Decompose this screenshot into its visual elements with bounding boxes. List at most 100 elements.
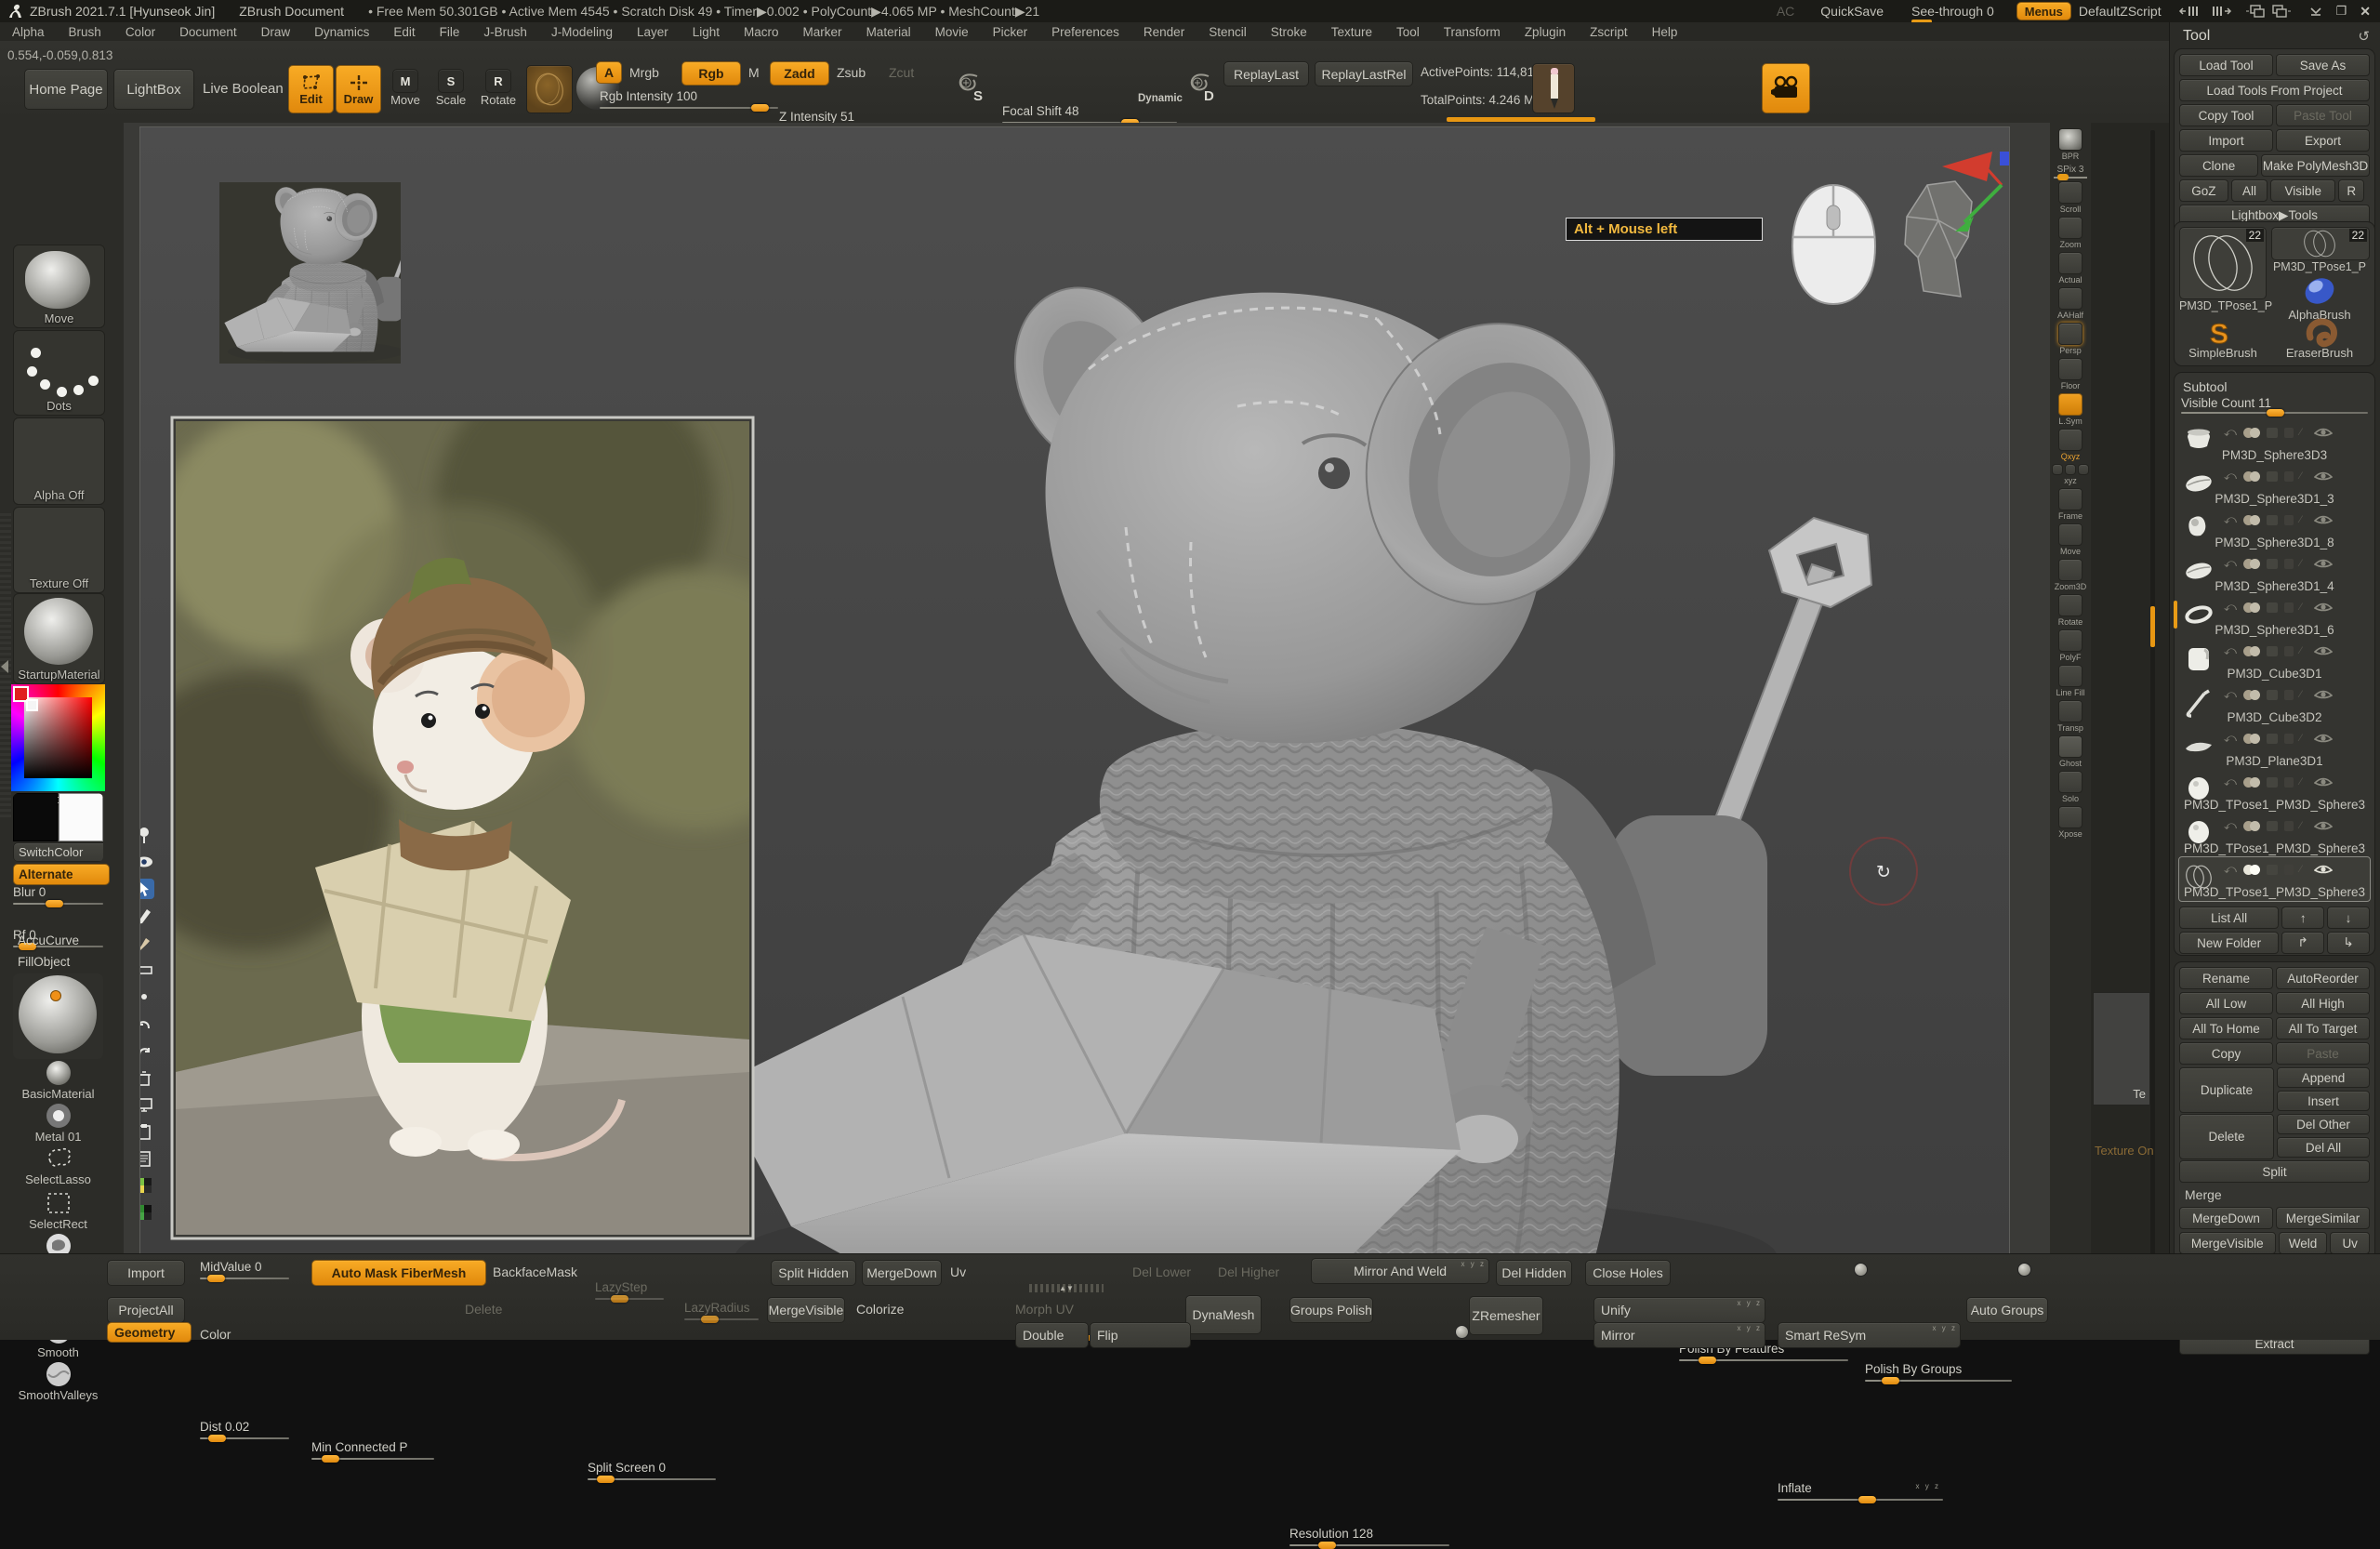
recent-tool-thumbnail[interactable]: 22 — [2271, 227, 2370, 260]
brushmod-icon[interactable]: ⁄ — [2300, 602, 2302, 613]
brushmod-icon[interactable]: ⁄ — [2300, 514, 2302, 525]
draw-button[interactable]: Draw — [336, 65, 381, 113]
shelf-dist-0-02-slider[interactable]: Dist 0.02 — [200, 1420, 289, 1440]
shelf-unify-button[interactable]: Unifyx y z — [1593, 1297, 1765, 1323]
rgb-button[interactable]: Rgb — [681, 61, 741, 86]
tool-split-button[interactable]: Split — [2179, 1160, 2370, 1183]
brushmod-icon[interactable]: ⁄ — [2300, 558, 2302, 569]
tray-smoothvalleys-button[interactable]: SmoothValleys — [13, 1360, 103, 1403]
shelf-mirror-button[interactable]: Mirrorx y z — [1593, 1322, 1765, 1348]
eye-icon[interactable] — [2314, 514, 2333, 526]
clipboard-icon[interactable] — [139, 1121, 156, 1144]
shelf-uv-button[interactable]: Uv — [950, 1260, 978, 1284]
menu-picker[interactable]: Picker — [981, 25, 1040, 39]
tray-dots[interactable]: Dots — [13, 330, 105, 416]
current-brush-thumbnail[interactable] — [526, 65, 573, 113]
tray-move[interactable]: Move — [13, 245, 105, 328]
close-icon[interactable]: ✕ — [2360, 4, 2371, 20]
menu-file[interactable]: File — [428, 25, 472, 39]
palette2-icon[interactable] — [139, 1202, 156, 1225]
tray-metal-01-button[interactable]: Metal 01 — [13, 1102, 103, 1145]
shelf-color-button[interactable]: Color — [200, 1322, 241, 1346]
shelf-move-button[interactable]: Move — [2052, 523, 2089, 556]
menu-render[interactable]: Render — [1131, 25, 1197, 39]
dock-left-icon[interactable] — [2178, 5, 2202, 18]
tool-export-button[interactable]: Export — [2276, 129, 2370, 152]
tool-weld-button[interactable]: Weld — [2279, 1232, 2328, 1254]
flip-icon[interactable]: ⤺ — [2224, 556, 2237, 571]
restore-icon[interactable]: ❐ — [2336, 4, 2347, 19]
tray-selectrect-button[interactable]: SelectRect — [13, 1189, 103, 1232]
shelf-double-button[interactable]: Double — [1015, 1322, 1089, 1348]
minimize-icon[interactable] — [2308, 5, 2323, 18]
tray-switchcolor[interactable]: SwitchColor — [13, 793, 103, 862]
see-through-slider[interactable]: See-through 0 — [1911, 4, 1994, 19]
tool-clone-button[interactable]: Clone — [2179, 154, 2258, 177]
scale-button[interactable]: S Scale — [432, 69, 469, 107]
shelf-qxyz-button[interactable]: Qxyz — [2052, 429, 2089, 461]
polypaint-icon[interactable] — [2243, 559, 2260, 569]
redo-icon[interactable] — [139, 1040, 156, 1063]
tray-basicmaterial-button[interactable]: BasicMaterial — [13, 1059, 103, 1102]
shelf-dynamesh-button[interactable]: DynaMesh — [1185, 1295, 1262, 1334]
live-boolean-button[interactable]: Live Boolean — [203, 69, 284, 108]
polypaint-icon[interactable] — [2243, 777, 2260, 788]
tray-alpha-off[interactable]: Alpha Off — [13, 417, 105, 505]
m-button[interactable]: M — [748, 61, 760, 84]
rgb-intensity-slider[interactable]: Rgb Intensity 100 — [600, 89, 778, 110]
dock-right-icon[interactable] — [2208, 5, 2232, 18]
sdiv-stepper[interactable]: ▲▼ — [1029, 1284, 1104, 1292]
menu-document[interactable]: Document — [167, 25, 249, 39]
shelf-bpr-button[interactable]: BPR — [2052, 128, 2089, 161]
menu-help[interactable]: Help — [1640, 25, 1690, 39]
home-page-button[interactable]: Home Page — [24, 69, 108, 110]
pin-icon[interactable] — [139, 825, 156, 847]
active-tool-thumbnail[interactable]: 22 — [2179, 227, 2267, 299]
menu-draw[interactable]: Draw — [249, 25, 303, 39]
notes-icon[interactable] — [139, 1148, 156, 1171]
cascade-left-icon[interactable] — [2245, 5, 2266, 18]
shelf-resolution-128-slider[interactable]: Resolution 128 — [1289, 1527, 1449, 1547]
edit-button[interactable]: Edit — [288, 65, 334, 113]
shelf-geometry-button[interactable]: Geometry — [107, 1322, 192, 1343]
shelf-midvalue-0-slider[interactable]: MidValue 0 — [200, 1260, 289, 1280]
document-viewport[interactable]: ↻ — [139, 126, 2010, 1257]
new-folder-button[interactable]: New Folder — [2179, 932, 2279, 954]
visible-count-slider[interactable]: Visible Count 11 — [2181, 396, 2368, 415]
shelf-mergedown-button[interactable]: MergeDown — [862, 1260, 942, 1286]
brushmod-icon[interactable]: ⁄ — [2300, 864, 2302, 875]
shelf-del-higher-button[interactable]: Del Higher — [1218, 1260, 1292, 1284]
default-zscript-button[interactable]: DefaultZScript — [2079, 4, 2162, 19]
quicksave-button[interactable]: QuickSave — [1820, 4, 1884, 19]
shelf-auto-groups-button[interactable]: Auto Groups — [1966, 1297, 2048, 1323]
shelf-polish-by-groups-toggle[interactable] — [2017, 1263, 2031, 1277]
uv-icon[interactable] — [2267, 602, 2278, 613]
brushmod-icon[interactable]: ⁄ — [2300, 427, 2302, 438]
uv-icon[interactable] — [2267, 646, 2278, 656]
tool-load-tools-from-project-button[interactable]: Load Tools From Project — [2179, 79, 2370, 101]
subtool-row-pm3d-cube3d2[interactable]: ⤺⁄PM3D_Cube3D2 — [2179, 682, 2370, 726]
polypaint-icon[interactable] — [2243, 690, 2260, 700]
ruler-icon[interactable] — [139, 960, 156, 982]
shelf-delete-button[interactable]: Delete — [465, 1297, 522, 1321]
shelf-lazyradius-slider[interactable]: LazyRadius — [684, 1301, 759, 1321]
shelf-groups-polish-button[interactable]: Groups Polish — [1289, 1297, 1373, 1323]
shelf-close-holes-button[interactable]: Close Holes — [1585, 1260, 1671, 1286]
subtool-row-pm3d-plane3d1[interactable]: ⤺⁄PM3D_Plane3D1 — [2179, 726, 2370, 770]
shelf-min-connected-p-slider[interactable]: Min Connected P — [311, 1440, 434, 1461]
shelf-ghost-button[interactable]: Ghost — [2052, 735, 2089, 768]
uv-icon[interactable] — [2267, 428, 2278, 438]
menu-marker[interactable]: Marker — [791, 25, 854, 39]
eye-icon[interactable] — [2314, 820, 2333, 832]
subtool-row-pm3d-cube3d1[interactable]: ⤺⁄PM3D_Cube3D1 — [2179, 639, 2370, 682]
polypaint-icon[interactable] — [2243, 515, 2260, 525]
secondary-color-swatch[interactable] — [59, 793, 103, 841]
subtool-row-pm3d-sphere3d1-4[interactable]: ⤺⁄PM3D_Sphere3D1_4 — [2179, 551, 2370, 595]
flip-icon[interactable]: ⤺ — [2224, 600, 2237, 615]
menu-texture[interactable]: Texture — [1319, 25, 1384, 39]
tool-duplicate-button[interactable]: Duplicate — [2179, 1067, 2274, 1113]
polypaint-icon[interactable] — [2243, 428, 2260, 438]
list-all-button[interactable]: List All — [2179, 907, 2279, 929]
shelf-scroll-button[interactable]: Scroll — [2052, 181, 2089, 214]
zadd-button[interactable]: Zadd — [770, 61, 829, 86]
